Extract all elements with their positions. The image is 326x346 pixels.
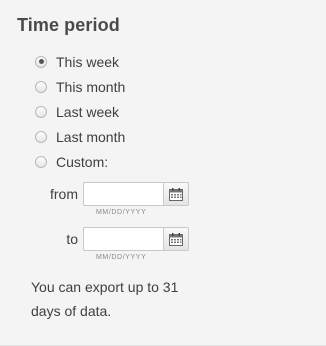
option-last-week[interactable]: Last week [35,99,125,124]
option-label: Last month [56,128,126,145]
radio-this-week[interactable] [35,55,47,68]
radio-last-week[interactable] [35,105,47,118]
to-date-input[interactable] [83,227,163,251]
export-limit-note: You can export up to 31 days of data. [31,279,179,319]
from-label: from [50,186,78,202]
option-custom[interactable]: Custom: [35,149,125,174]
radio-custom[interactable] [35,155,47,168]
option-label: This month [56,78,126,95]
option-this-month[interactable]: This month [35,74,125,99]
time-period-panel: Time period This week This month Last we… [0,0,326,346]
calendar-icon [169,232,183,246]
time-period-options: This week This month Last week Last mont… [35,49,125,174]
option-last-month[interactable]: Last month [35,124,125,149]
from-date-row: from [48,182,189,206]
to-label: to [66,231,78,247]
option-label: Last week [56,103,120,120]
radio-last-month[interactable] [35,130,47,143]
to-format-hint: MM/DD/YYYY [96,254,147,261]
option-label: This week [56,53,120,70]
section-title: Time period [17,15,120,35]
radio-this-month[interactable] [35,80,47,93]
option-this-week[interactable]: This week [35,49,125,74]
calendar-icon [169,187,183,201]
from-date-input[interactable] [83,182,163,206]
option-label: Custom: [56,153,109,170]
from-format-hint: MM/DD/YYYY [96,209,147,216]
from-calendar-button[interactable] [163,182,189,206]
to-calendar-button[interactable] [163,227,189,251]
to-date-row: to [48,227,189,251]
